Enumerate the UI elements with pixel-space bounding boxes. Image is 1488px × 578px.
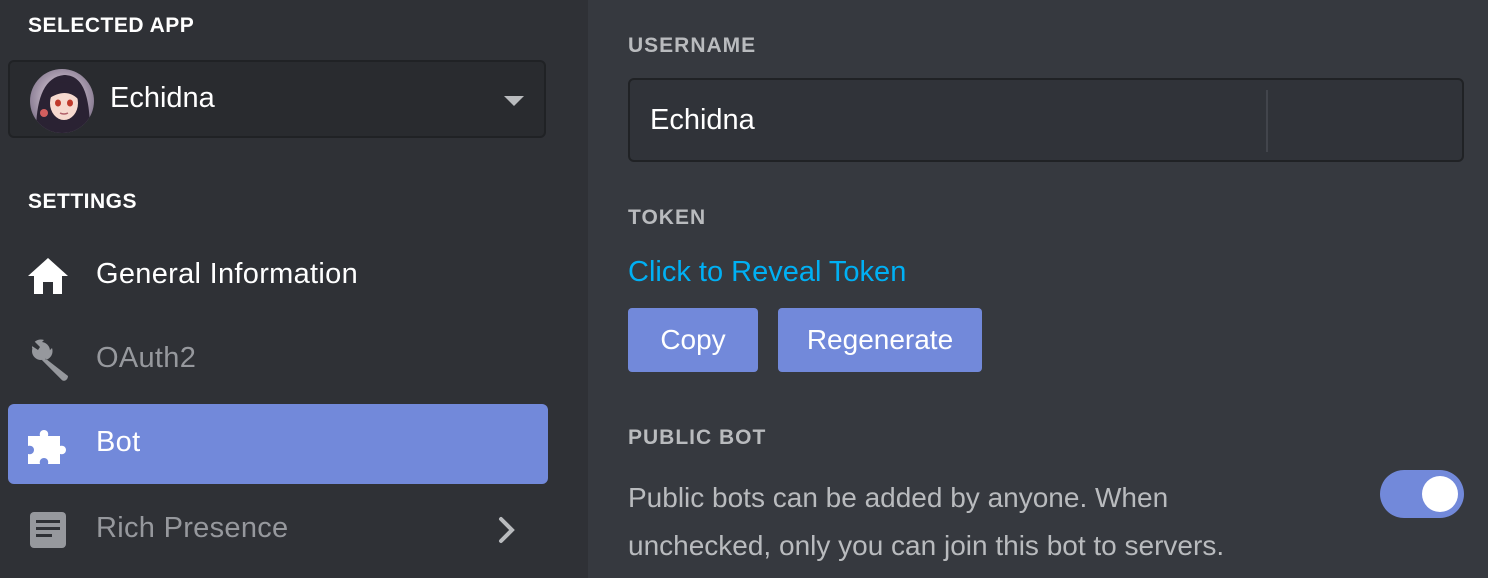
field-divider: [1266, 90, 1268, 152]
sidebar-item-oauth2[interactable]: OAuth2: [8, 320, 548, 400]
sidebar-item-label: OAuth2: [96, 342, 197, 374]
public-bot-label: PUBLIC BOT: [628, 426, 767, 449]
sidebar-item-label: General Information: [96, 258, 358, 290]
public-bot-description: Public bots can be added by anyone. When…: [628, 482, 1225, 561]
sidebar-item-label: Bot: [96, 426, 141, 458]
caret-down-icon: [504, 96, 524, 106]
home-icon: [26, 254, 70, 298]
username-label: USERNAME: [628, 34, 757, 57]
sidebar-item-label: Rich Presence: [96, 512, 289, 544]
chevron-right-icon: [496, 516, 518, 544]
app-avatar: [30, 69, 94, 133]
sidebar-item-rich-presence[interactable]: Rich Presence: [8, 490, 548, 570]
settings-heading: SETTINGS: [28, 190, 138, 213]
username-input[interactable]: [650, 80, 1250, 160]
toggle-knob: [1422, 476, 1458, 512]
app-name: Echidna: [110, 82, 215, 114]
copy-button[interactable]: Copy: [628, 308, 758, 372]
sidebar-item-general-information[interactable]: General Information: [8, 236, 548, 316]
wrench-icon: [26, 338, 70, 382]
username-field[interactable]: [628, 78, 1464, 162]
token-label: TOKEN: [628, 206, 707, 229]
reveal-token-link[interactable]: Click to Reveal Token: [628, 256, 906, 289]
document-icon: [26, 508, 70, 552]
public-bot-toggle[interactable]: [1380, 470, 1464, 518]
sidebar: SELECTED APP Echidna SETTINGS General In…: [0, 0, 588, 578]
regenerate-button[interactable]: Regenerate: [778, 308, 982, 372]
puzzle-icon: [26, 422, 70, 466]
app-selector-dropdown[interactable]: Echidna: [8, 60, 546, 138]
selected-app-heading: SELECTED APP: [28, 14, 195, 37]
sidebar-item-bot[interactable]: Bot: [8, 404, 548, 484]
